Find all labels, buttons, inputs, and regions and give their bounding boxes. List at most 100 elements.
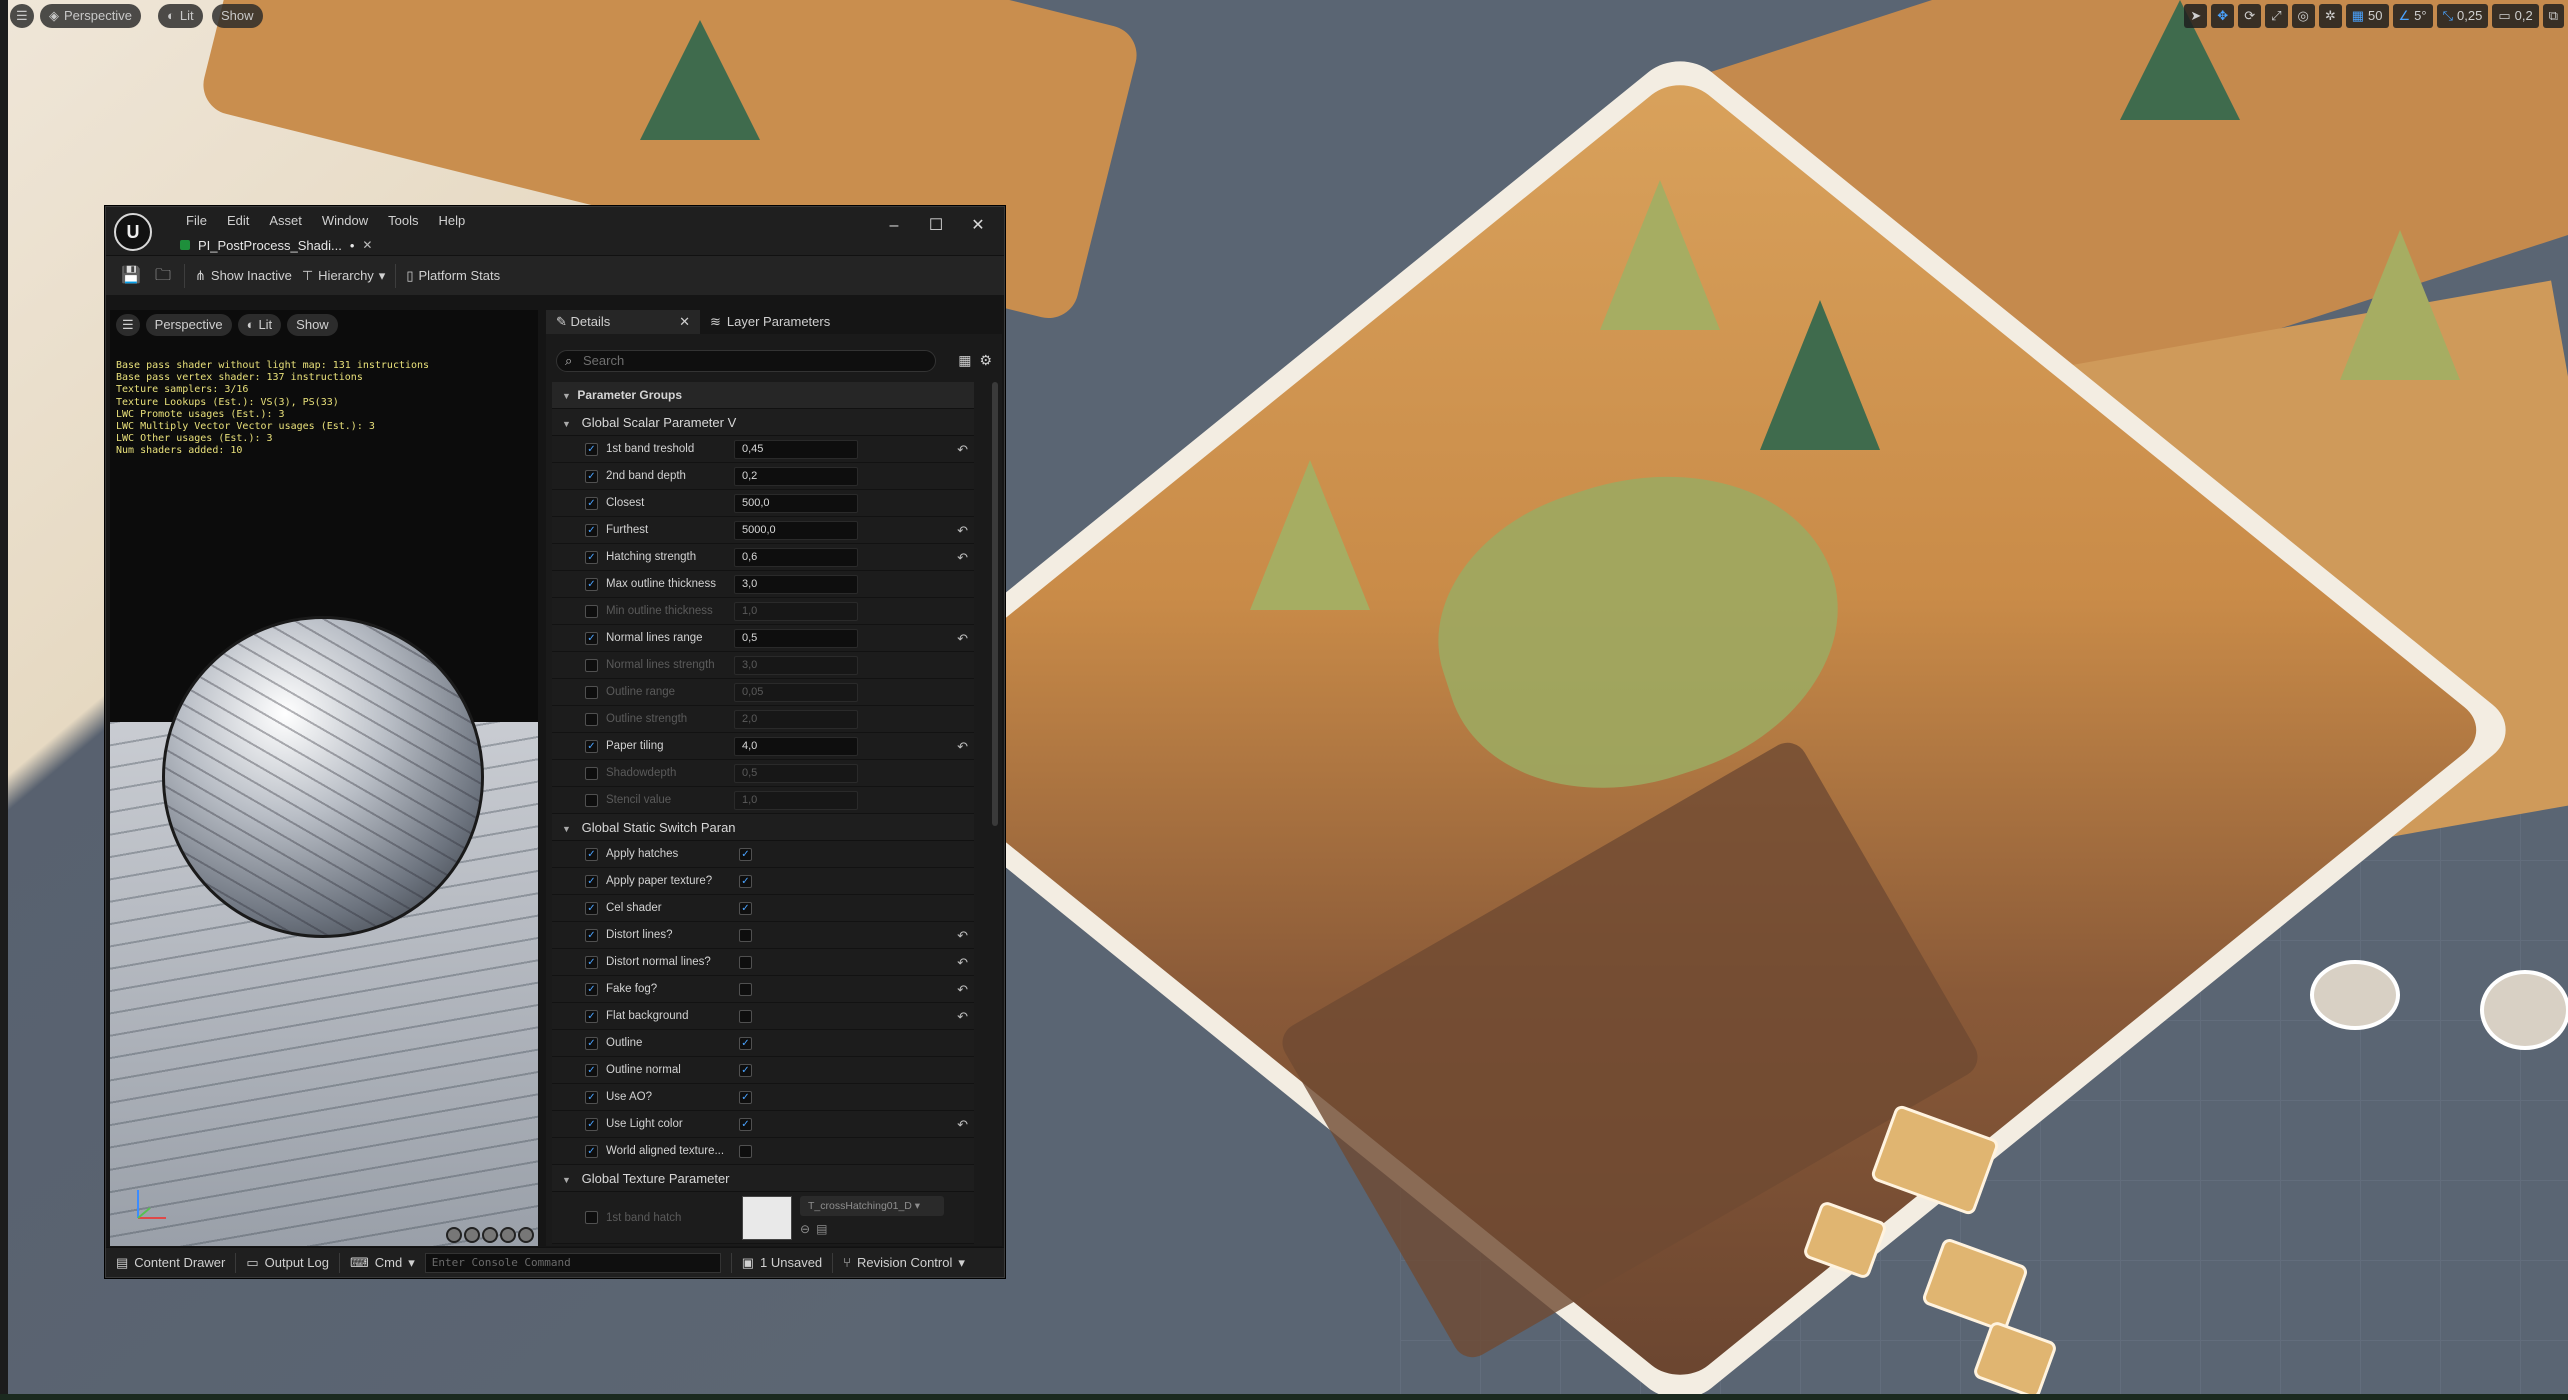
world-local-toggle[interactable]: ◎ xyxy=(2291,4,2315,28)
override-checkbox[interactable] xyxy=(585,901,598,915)
revision-control-button[interactable]: ⑂ Revision Control ▾ xyxy=(833,1255,975,1271)
details-search-input[interactable]: ⌕ Search xyxy=(556,350,936,372)
unsaved-button[interactable]: ▣ 1 Unsaved xyxy=(732,1255,832,1271)
parameter-value-input[interactable]: 0,05 xyxy=(734,682,858,702)
override-checkbox[interactable] xyxy=(585,1090,598,1104)
override-checkbox[interactable] xyxy=(585,793,598,807)
parameter-value-input[interactable]: 5000,0 xyxy=(734,520,858,540)
override-checkbox[interactable] xyxy=(585,739,598,753)
preview-show-button[interactable]: Show xyxy=(287,314,338,336)
override-checkbox[interactable] xyxy=(585,496,598,510)
lit-button[interactable]: ◐ Lit xyxy=(158,4,203,28)
menu-window[interactable]: Window xyxy=(312,211,378,231)
texture-thumbnail[interactable] xyxy=(742,1195,792,1240)
sphere-shape-icon[interactable] xyxy=(464,1227,480,1243)
switch-value-checkbox[interactable] xyxy=(739,982,752,996)
details-scrollbar[interactable] xyxy=(992,382,998,826)
override-checkbox[interactable] xyxy=(585,874,598,888)
override-checkbox[interactable] xyxy=(585,685,598,699)
translate-tool[interactable]: ✥ xyxy=(2211,4,2235,28)
scale-tool[interactable]: ⤢ xyxy=(2265,4,2288,28)
parameter-value-input[interactable]: 0,6 xyxy=(734,547,858,567)
parameter-value-input[interactable]: 0,45 xyxy=(734,439,858,459)
reset-to-default-icon[interactable]: ↶ xyxy=(957,1117,968,1133)
parameter-value-input[interactable]: 3,0 xyxy=(734,655,858,675)
switch-value-checkbox[interactable] xyxy=(739,928,752,942)
reset-to-default-icon[interactable]: ↶ xyxy=(957,982,968,998)
console-input[interactable]: Enter Console Command xyxy=(424,1252,721,1273)
document-tab[interactable]: PI_PostProcess_Shadi... • ✕ xyxy=(172,235,380,255)
perspective-button[interactable]: ◈ Perspective xyxy=(40,4,141,28)
minimize-button[interactable]: – xyxy=(874,213,914,239)
surface-snap-toggle[interactable]: ✲ xyxy=(2318,4,2342,28)
reset-to-default-icon[interactable]: ↶ xyxy=(957,442,968,458)
parameter-value-input[interactable]: 4,0 xyxy=(734,736,858,756)
cmd-dropdown[interactable]: ⌨ Cmd ▾ xyxy=(340,1255,425,1271)
texture-asset-picker[interactable]: T_crossHatching01_D ▾ xyxy=(800,1196,944,1216)
close-window-button[interactable]: ✕ xyxy=(958,213,998,239)
override-checkbox[interactable] xyxy=(585,982,598,996)
parameter-value-input[interactable]: 0,2 xyxy=(734,466,858,486)
maximize-button[interactable]: ☐ xyxy=(916,213,956,239)
menu-tools[interactable]: Tools xyxy=(378,211,428,231)
grid-snap[interactable]: ▦ 50 xyxy=(2345,4,2389,28)
parameter-value-input[interactable]: 1,0 xyxy=(734,790,858,810)
override-checkbox[interactable] xyxy=(585,523,598,537)
reset-to-default-icon[interactable]: ↶ xyxy=(957,523,968,539)
show-button[interactable]: Show xyxy=(212,4,263,28)
preview-menu-button[interactable]: ☰ xyxy=(116,314,140,336)
override-checkbox[interactable] xyxy=(585,1063,598,1077)
close-tab-icon[interactable]: ✕ xyxy=(362,238,372,252)
parameter-value-input[interactable]: 1,0 xyxy=(734,601,858,621)
override-checkbox[interactable] xyxy=(585,577,598,591)
switch-value-checkbox[interactable] xyxy=(739,1117,752,1131)
hierarchy-dropdown[interactable]: ⊤ Hierarchy ▾ xyxy=(302,268,385,284)
switch-value-checkbox[interactable] xyxy=(739,1144,752,1158)
switch-value-checkbox[interactable] xyxy=(739,955,752,969)
parameter-value-input[interactable]: 3,0 xyxy=(734,574,858,594)
camera-speed[interactable]: ▭ 0,2 xyxy=(2492,4,2539,28)
override-checkbox[interactable] xyxy=(585,1211,598,1224)
browse-folder-icon[interactable]: ▤ xyxy=(816,1222,827,1236)
override-checkbox[interactable] xyxy=(585,658,598,672)
switch-value-checkbox[interactable] xyxy=(739,1036,752,1050)
switch-value-checkbox[interactable] xyxy=(739,847,752,861)
parameter-value-input[interactable]: 0,5 xyxy=(734,763,858,783)
mesh-shape-icon[interactable] xyxy=(518,1227,534,1243)
override-checkbox[interactable] xyxy=(585,469,598,483)
menu-edit[interactable]: Edit xyxy=(217,211,259,231)
show-inactive-button[interactable]: ⋔ Show Inactive xyxy=(195,268,292,284)
tab-layer-parameters[interactable]: ≋ Layer Parameters xyxy=(700,310,840,334)
save-icon[interactable]: 💾 xyxy=(120,265,142,287)
override-checkbox[interactable] xyxy=(585,955,598,969)
platform-stats-button[interactable]: ▯ Platform Stats xyxy=(406,268,500,284)
override-checkbox[interactable] xyxy=(585,712,598,726)
browse-icon[interactable]: 🗀 xyxy=(152,265,174,287)
tab-details[interactable]: ✎ Details ✕ xyxy=(546,310,700,334)
preview-lit-button[interactable]: ◐ Lit xyxy=(237,314,282,336)
cube-shape-icon[interactable] xyxy=(500,1227,516,1243)
reset-to-default-icon[interactable]: ↶ xyxy=(957,928,968,944)
override-checkbox[interactable] xyxy=(585,1144,598,1158)
reset-to-default-icon[interactable]: ↶ xyxy=(957,955,968,971)
switch-value-checkbox[interactable] xyxy=(739,901,752,915)
viewport-menu-button[interactable]: ☰ xyxy=(10,4,34,28)
parameter-groups-header[interactable]: ▼ Parameter Groups xyxy=(552,382,974,409)
override-checkbox[interactable] xyxy=(585,631,598,645)
menu-file[interactable]: File xyxy=(176,211,217,231)
parameter-value-input[interactable]: 0,5 xyxy=(734,628,858,648)
cylinder-shape-icon[interactable] xyxy=(446,1227,462,1243)
select-tool[interactable]: ➤ xyxy=(2184,4,2208,28)
override-checkbox[interactable] xyxy=(585,847,598,861)
title-bar[interactable]: U File Edit Asset Window Tools Help PI_P… xyxy=(106,207,1004,255)
override-checkbox[interactable] xyxy=(585,928,598,942)
table-view-icon[interactable]: ▦ xyxy=(958,352,971,369)
switch-value-checkbox[interactable] xyxy=(739,1009,752,1023)
override-checkbox[interactable] xyxy=(585,1009,598,1023)
override-checkbox[interactable] xyxy=(585,1036,598,1050)
maximize-viewport-button[interactable]: ⧉ xyxy=(2542,4,2564,28)
reset-to-default-icon[interactable]: ↶ xyxy=(957,739,968,755)
preview-perspective-button[interactable]: Perspective xyxy=(145,314,232,336)
gear-icon[interactable]: ⚙ xyxy=(979,352,992,369)
switch-value-checkbox[interactable] xyxy=(739,1063,752,1077)
